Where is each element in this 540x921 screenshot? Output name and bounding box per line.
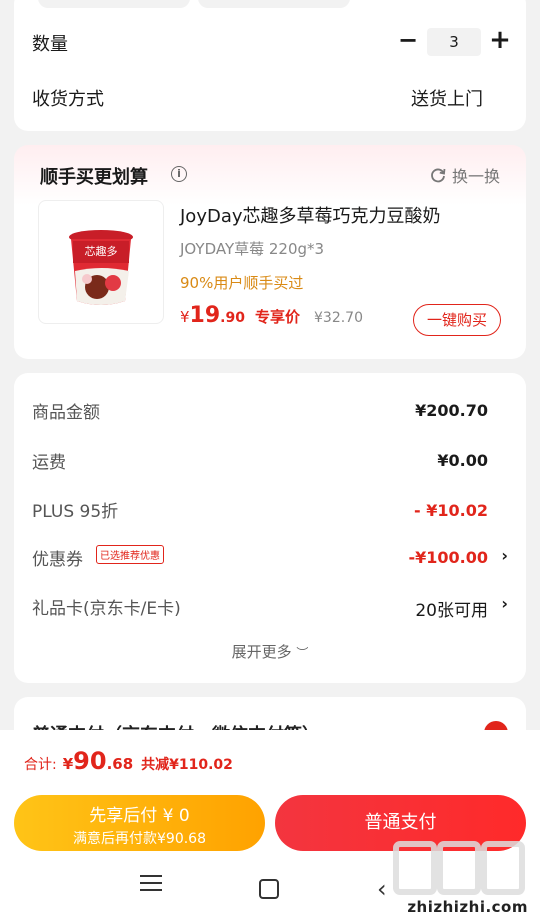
order-options-card: 数量 − 3 + 收货方式 送货上门 [14, 0, 526, 131]
product-title[interactable]: JoyDay芯趣多草莓巧克力豆酸奶 [180, 202, 441, 228]
addon-recommend-card: 顺手买更划算 i 换一换 芯趣多 JoyDay芯趣多草莓巧克力豆酸奶 JOYDA… [14, 145, 526, 359]
swap-label: 换一换 [451, 167, 500, 186]
total-savings: 共减¥110.02 [141, 757, 233, 773]
info-icon[interactable]: i [171, 166, 187, 182]
shipping-method-value[interactable]: 送货上门 [411, 85, 483, 111]
shipping-method-label: 收货方式 [32, 89, 104, 110]
goods-amount-value: ¥200.70 [415, 401, 488, 420]
price-currency: ¥ [180, 308, 190, 326]
coupon-recommend-tag: 已选推荐优惠 [96, 545, 164, 564]
chevron-right-icon[interactable]: › [501, 546, 508, 565]
product-popularity-hint: 90%用户顺手买过 [180, 274, 304, 292]
coupon-value[interactable]: -¥100.00 [408, 548, 488, 567]
quantity-increase-button[interactable]: + [488, 27, 512, 53]
giftcard-value[interactable]: 20张可用 [415, 596, 488, 621]
total-amount: 合计: ¥ 90 .68 共减¥110.02 [24, 747, 233, 775]
back-icon[interactable]: ‹ [377, 875, 387, 903]
option-chip[interactable] [198, 0, 350, 8]
total-currency: ¥ [62, 755, 74, 773]
total-integer: 90 [73, 747, 107, 775]
quantity-input[interactable]: 3 [427, 28, 481, 56]
price-summary-card: 商品金额 ¥200.70 运费 ¥0.00 PLUS 95折 - ¥10.02 … [14, 373, 526, 683]
freight-value: ¥0.00 [437, 451, 488, 470]
product-price: ¥ 19 .90 专享价 ¥32.70 [180, 303, 363, 328]
product-image[interactable]: 芯趣多 [38, 200, 164, 324]
expand-more-label: 展开更多 [231, 643, 292, 661]
coupon-label: 优惠券 [32, 550, 83, 570]
swap-button[interactable]: 换一换 [429, 163, 500, 187]
quantity-decrease-button[interactable]: − [397, 28, 419, 54]
chevron-down-icon: ︶ [296, 646, 309, 660]
option-chip[interactable] [38, 0, 190, 8]
menu-icon[interactable] [140, 875, 162, 895]
expand-more-button[interactable]: 展开更多 ︶ [14, 641, 526, 662]
watermark-text: zhizhizhi.com [407, 898, 528, 916]
quantity-label: 数量 [32, 34, 68, 55]
cup-brand-text: 芯趣多 [85, 244, 118, 258]
original-price: ¥32.70 [314, 310, 363, 326]
price-integer: 19 [189, 303, 221, 328]
total-label: 合计: [24, 757, 57, 773]
plus-discount-value: - ¥10.02 [414, 501, 488, 520]
product-spec: JOYDAY草莓 220g*3 [180, 240, 325, 258]
price-decimal: .90 [220, 310, 245, 326]
chevron-right-icon[interactable]: › [501, 594, 508, 613]
exclusive-price-tag: 专享价 [254, 308, 300, 326]
pay-later-title: 先享后付 ¥ 0 [89, 806, 190, 826]
total-decimal: .68 [106, 755, 134, 773]
checkout-bar: 合计: ¥ 90 .68 共减¥110.02 先享后付 ¥ 0 满意后再付款¥9… [0, 730, 540, 921]
goods-amount-label: 商品金额 [32, 403, 100, 423]
addon-section-title: 顺手买更划算 [40, 167, 148, 188]
pay-later-subtitle: 满意后再付款¥90.68 [73, 831, 206, 847]
refresh-icon [431, 168, 446, 183]
home-icon[interactable] [259, 879, 279, 899]
plus-discount-label: PLUS 95折 [32, 502, 119, 522]
freight-label: 运费 [32, 453, 66, 473]
pay-later-button[interactable]: 先享后付 ¥ 0 满意后再付款¥90.68 [14, 795, 265, 851]
one-click-buy-button[interactable]: 一键购买 [413, 304, 501, 336]
giftcard-label: 礼品卡(京东卡/E卡) [32, 599, 181, 619]
